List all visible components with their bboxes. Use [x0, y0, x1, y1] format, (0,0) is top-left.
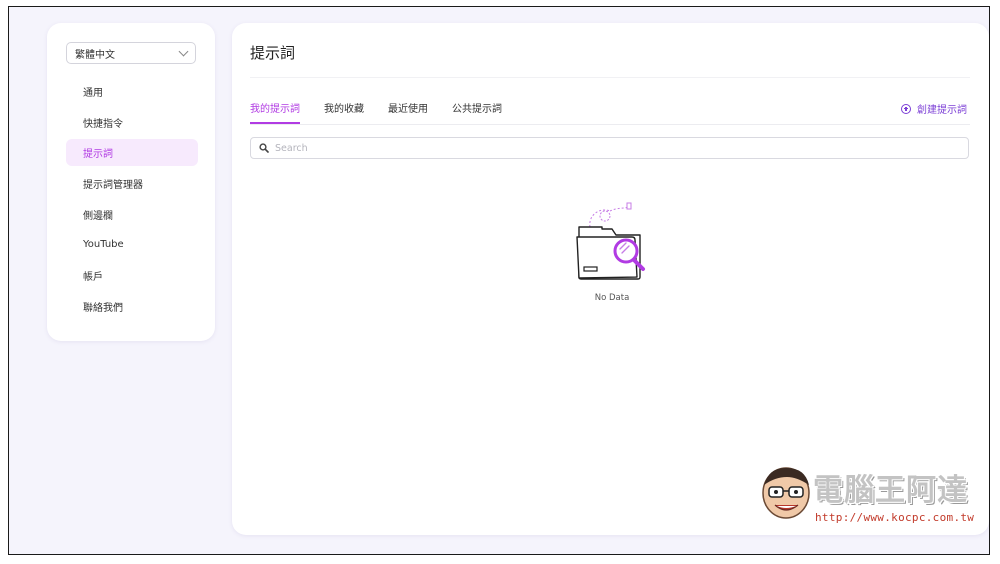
language-select-value: 繁體中文	[75, 49, 115, 61]
prompt-tabs: 我的提示詞 我的收藏 最近使用 公共提示詞	[250, 100, 526, 124]
create-prompt-button[interactable]: 創建提示詞	[901, 101, 967, 116]
tab-public-prompts[interactable]: 公共提示詞	[452, 100, 502, 124]
tab-favorites[interactable]: 我的收藏	[324, 100, 364, 124]
mascot-icon	[762, 467, 810, 519]
empty-state: No Data	[562, 191, 662, 303]
empty-folder-magnifier-icon	[576, 202, 645, 280]
page-title: 提示詞	[250, 44, 296, 62]
empty-state-label: No Data	[594, 293, 630, 303]
watermark-url: http://www.kocpc.com.tw	[815, 511, 975, 524]
chevron-down-icon	[178, 46, 189, 57]
tab-my-prompts[interactable]: 我的提示詞	[250, 100, 300, 124]
tabs-divider	[250, 124, 970, 125]
sidebar-nav: 通用 快捷指令 提示詞 提示詞管理器 側邊欄 YouTube 帳戶 聯絡我們	[66, 78, 198, 324]
sidebar-item-prompts[interactable]: 提示詞	[66, 139, 198, 167]
search-icon	[259, 143, 269, 153]
plus-circle-icon	[901, 103, 911, 114]
sidebar-item-prompt-manager[interactable]: 提示詞管理器	[66, 170, 198, 197]
sidebar-item-youtube[interactable]: YouTube	[66, 231, 198, 258]
sidebar-item-contact[interactable]: 聯絡我們	[66, 293, 198, 320]
app-window: 繁體中文 通用 快捷指令 提示詞 提示詞管理器 側邊欄 YouTube 帳戶 聯…	[8, 6, 990, 555]
sidebar-item-account[interactable]: 帳戶	[66, 262, 198, 289]
sidebar-item-general[interactable]: 通用	[66, 78, 198, 105]
prompts-panel: 提示詞 我的提示詞 我的收藏 最近使用 公共提示詞 創建提示詞 Search N…	[232, 23, 989, 535]
sidebar-item-shortcuts[interactable]: 快捷指令	[66, 109, 198, 136]
watermark: 電腦王阿達 http://www.kocpc.com.tw	[757, 463, 983, 531]
tab-recent[interactable]: 最近使用	[388, 100, 428, 124]
title-divider	[250, 77, 970, 78]
create-prompt-label: 創建提示詞	[917, 105, 967, 116]
sidebar-item-side-panel[interactable]: 側邊欄	[66, 201, 198, 228]
settings-sidebar: 繁體中文 通用 快捷指令 提示詞 提示詞管理器 側邊欄 YouTube 帳戶 聯…	[47, 23, 215, 341]
search-box	[250, 137, 969, 159]
search-input[interactable]	[273, 141, 937, 155]
watermark-title: 電腦王阿達	[813, 473, 968, 508]
language-select[interactable]: 繁體中文	[66, 42, 196, 64]
